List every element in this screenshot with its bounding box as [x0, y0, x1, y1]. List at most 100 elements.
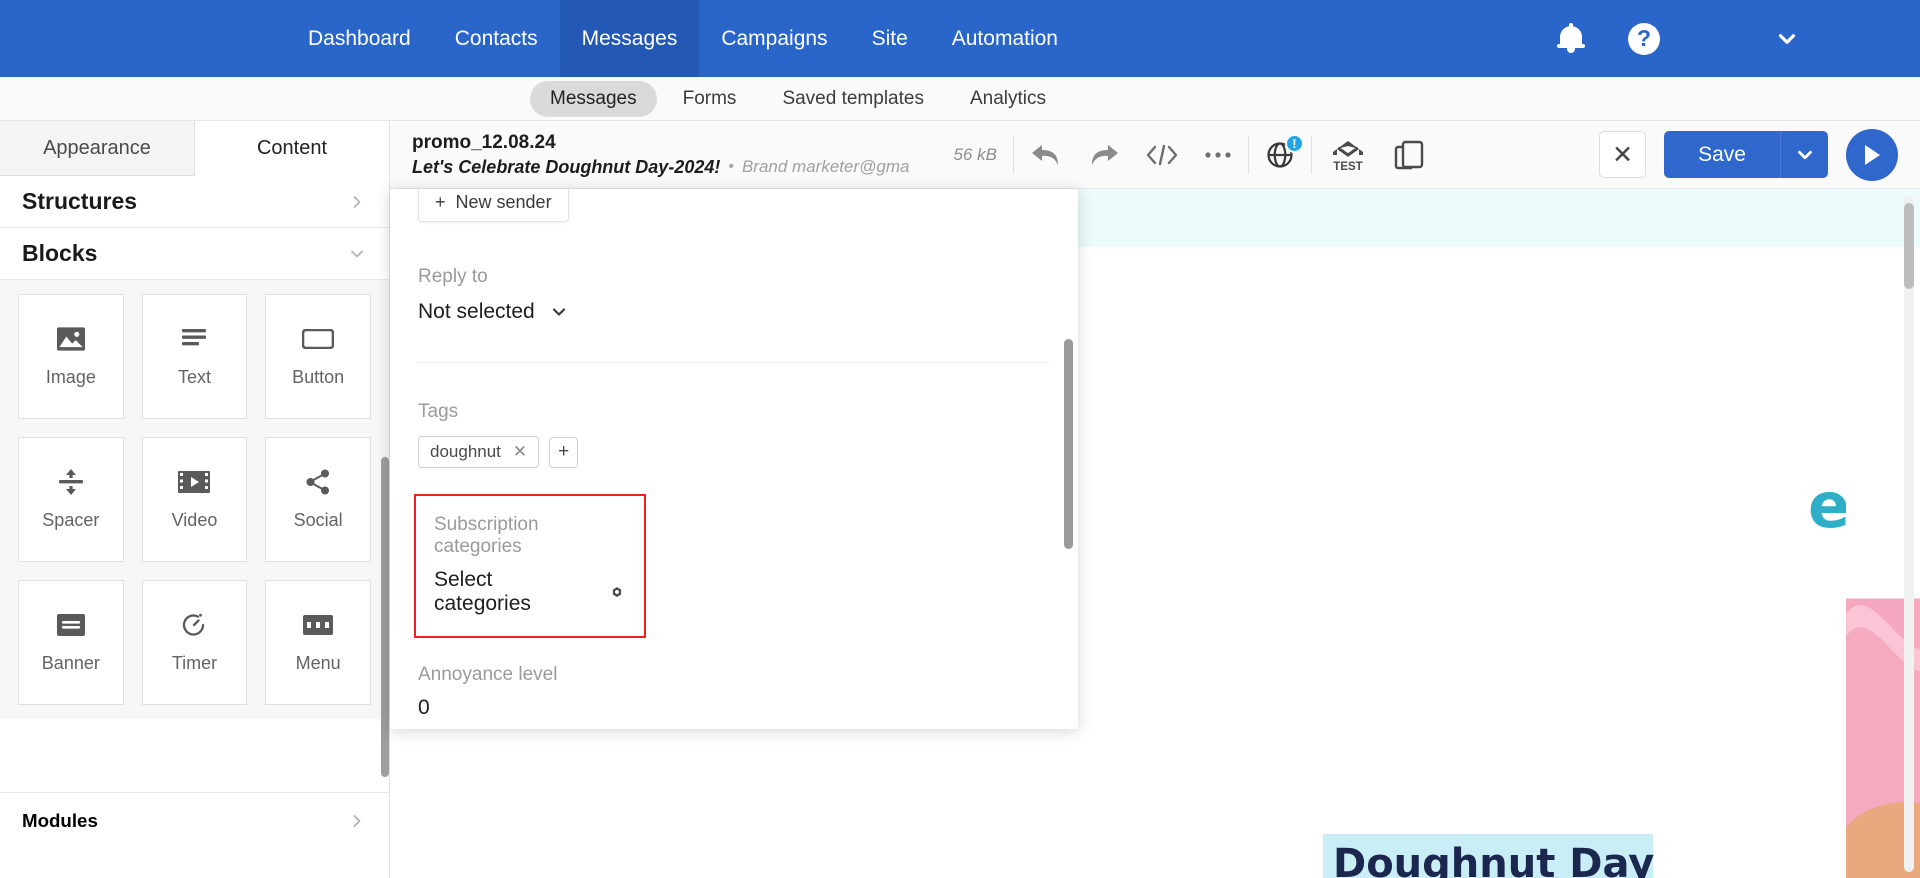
settings-scroll-content: + New sender Reply to Not selected Tags …	[390, 189, 1078, 729]
undo-icon[interactable]	[1030, 142, 1062, 168]
send-message-button[interactable]	[1846, 128, 1898, 181]
help-circle-icon[interactable]: ?	[1628, 22, 1660, 55]
message-settings-modal: + New sender Reply to Not selected Tags …	[390, 189, 1078, 729]
tag-chip-doughnut[interactable]: doughnut ✕	[418, 436, 540, 468]
message-meta: promo_12.08.24 Let's Celebrate Doughnut …	[412, 132, 909, 178]
preview-scrollbar-thumb[interactable]	[1904, 203, 1914, 289]
tab-messages[interactable]: Messages	[530, 80, 657, 117]
reply-to-select[interactable]: Not selected	[418, 300, 1050, 324]
panel-tab-strip: Appearance Content	[0, 121, 389, 176]
block-timer[interactable]: Timer	[141, 580, 248, 705]
chevron-down-icon[interactable]	[1774, 26, 1800, 52]
panel-tab-appearance[interactable]: Appearance	[0, 121, 195, 176]
section-modules[interactable]: Modules	[0, 792, 389, 848]
block-image[interactable]: Image	[18, 294, 124, 419]
nav-label: Site	[871, 26, 908, 50]
section-structures[interactable]: Structures	[0, 176, 389, 228]
share-social-icon	[301, 468, 335, 496]
app-root: Dashboard Contacts Messages Campaigns Si…	[0, 0, 1920, 878]
preview-scrollbar-track[interactable]	[1904, 195, 1914, 872]
nav-label: Messages	[581, 26, 678, 50]
sub-navigation-bar: Messages Forms Saved templates Analytics	[0, 77, 1920, 121]
tag-text: doughnut	[430, 442, 501, 461]
save-label: Save	[1698, 142, 1746, 166]
settings-modal-scrollbar-thumb[interactable]	[1064, 339, 1073, 549]
blocks-palette: Image Text Button Spacer Video Social Ba…	[0, 280, 389, 719]
panel-tab-label: Content	[256, 136, 328, 159]
select-categories-value: Select categories	[434, 568, 531, 615]
nav-item-messages[interactable]: Messages	[559, 0, 700, 77]
nav-label: Automation	[951, 26, 1058, 50]
annoyance-level-label: Annoyance level	[418, 664, 558, 685]
tags-field: Tags doughnut ✕ +	[418, 401, 1050, 468]
left-panel-scrollbar-thumb[interactable]	[381, 457, 389, 777]
tab-forms[interactable]: Forms	[663, 81, 757, 117]
block-label: Menu	[295, 653, 341, 673]
device-preview-icon[interactable]	[1394, 139, 1424, 171]
block-social[interactable]: Social	[265, 437, 371, 562]
block-banner[interactable]: Banner	[18, 580, 124, 705]
editor-header-toolbar: promo_12.08.24 Let's Celebrate Doughnut …	[390, 121, 1920, 189]
image-icon	[54, 325, 88, 353]
nav-label: Dashboard	[308, 26, 411, 50]
block-label: Timer	[171, 653, 218, 673]
code-icon[interactable]	[1146, 142, 1178, 168]
menu-icon	[301, 611, 335, 639]
toolbar-divider	[1247, 135, 1249, 174]
top-navigation-bar: Dashboard Contacts Messages Campaigns Si…	[0, 0, 1920, 77]
save-button-group: Save	[1664, 131, 1828, 178]
block-label: Image	[45, 367, 96, 387]
block-label: Video	[171, 510, 218, 530]
test-email-icon[interactable]: TEST	[1328, 136, 1368, 174]
nav-label: Campaigns	[721, 26, 828, 50]
save-dropdown-button[interactable]	[1780, 131, 1828, 178]
nav-item-automation[interactable]: Automation	[930, 0, 1080, 77]
section-blocks[interactable]: Blocks	[0, 228, 389, 280]
subscription-categories-highlight: Subscription categories Select categorie…	[414, 494, 646, 638]
remove-tag-icon[interactable]: ✕	[513, 442, 527, 462]
block-button[interactable]: Button	[265, 294, 371, 419]
globe-alert-badge: !	[1284, 133, 1304, 153]
separator-dot: •	[728, 158, 734, 175]
block-spacer[interactable]: Spacer	[18, 437, 124, 562]
notification-bell-icon[interactable]	[1556, 22, 1586, 55]
editor-header-actions: ✕ Save	[1599, 128, 1898, 181]
nav-item-contacts[interactable]: Contacts	[433, 0, 560, 77]
block-label: Text	[177, 367, 211, 387]
block-label: Banner	[41, 653, 100, 673]
sub-nav-tabs: Messages Forms Saved templates Analytics	[530, 80, 1066, 117]
select-categories-control[interactable]: Select categories	[434, 568, 626, 616]
subscription-categories-label: Subscription categories	[434, 514, 539, 557]
nav-item-site[interactable]: Site	[850, 0, 930, 77]
new-sender-button[interactable]: + New sender	[418, 189, 569, 222]
save-button[interactable]: Save	[1664, 131, 1780, 178]
section-title: Blocks	[22, 240, 98, 266]
nav-item-campaigns[interactable]: Campaigns	[699, 0, 849, 77]
globe-icon[interactable]: !	[1265, 133, 1304, 170]
block-menu[interactable]: Menu	[265, 580, 371, 705]
tab-label: Analytics	[969, 87, 1046, 109]
chevron-right-icon	[347, 811, 367, 831]
tags-row: doughnut ✕ +	[418, 436, 1050, 468]
nav-item-dashboard[interactable]: Dashboard	[286, 0, 433, 77]
timer-icon	[177, 611, 211, 639]
panel-tab-content[interactable]: Content	[195, 121, 389, 176]
close-editor-button[interactable]: ✕	[1599, 131, 1647, 178]
blocks-grid: Image Text Button Spacer Video Social Ba…	[18, 294, 371, 705]
chevron-down-icon	[552, 308, 565, 316]
tab-saved-templates[interactable]: Saved templates	[762, 81, 944, 117]
block-label: Spacer	[42, 510, 100, 530]
block-text[interactable]: Text	[141, 294, 248, 419]
gear-icon[interactable]	[608, 583, 626, 601]
more-options-icon[interactable]	[1204, 150, 1232, 160]
redo-icon[interactable]	[1088, 142, 1120, 168]
section-title: Modules	[22, 809, 98, 831]
block-video[interactable]: Video	[141, 437, 248, 562]
tab-analytics[interactable]: Analytics	[950, 81, 1066, 117]
annoyance-level-input[interactable]: 0	[418, 696, 1050, 720]
add-tag-button[interactable]: +	[549, 436, 579, 468]
button-icon	[301, 325, 335, 353]
section-title: Structures	[22, 188, 138, 214]
svg-text:TEST: TEST	[1333, 161, 1362, 173]
reply-to-label: Reply to	[418, 266, 488, 287]
